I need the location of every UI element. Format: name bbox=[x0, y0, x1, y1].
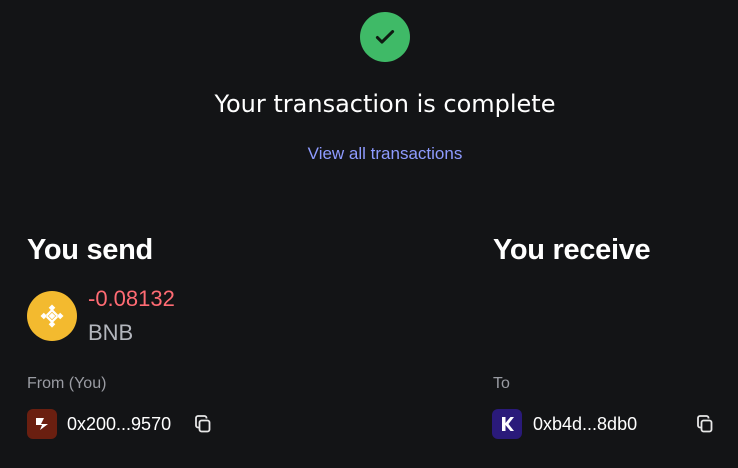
from-address: 0x200...9570 bbox=[67, 414, 172, 434]
wallet-logo-icon bbox=[36, 418, 48, 430]
to-label: To bbox=[493, 375, 510, 392]
view-all-transactions-link[interactable]: View all transactions bbox=[0, 142, 738, 166]
send-amount: -0.08132 bbox=[88, 286, 175, 311]
success-check-icon bbox=[360, 12, 410, 62]
copy-icon bbox=[195, 415, 211, 433]
bnb-icon bbox=[27, 291, 77, 341]
bnb-logo-icon bbox=[40, 304, 64, 328]
from-label: From (You) bbox=[27, 375, 107, 392]
copy-from-address-button[interactable] bbox=[192, 413, 214, 435]
wallet-icon bbox=[27, 409, 57, 439]
check-icon bbox=[375, 30, 395, 44]
copy-icon bbox=[697, 415, 713, 433]
kraken-logo-icon bbox=[502, 417, 514, 431]
transaction-complete-title: Your transaction is complete bbox=[214, 90, 556, 118]
kraken-icon bbox=[492, 409, 522, 439]
token-symbol: BNB bbox=[88, 320, 134, 345]
you-send-heading: You send bbox=[27, 234, 153, 266]
you-receive-heading: You receive bbox=[493, 234, 651, 266]
to-address: 0xb4d...8db0 bbox=[533, 414, 638, 434]
copy-to-address-button[interactable] bbox=[694, 413, 716, 435]
